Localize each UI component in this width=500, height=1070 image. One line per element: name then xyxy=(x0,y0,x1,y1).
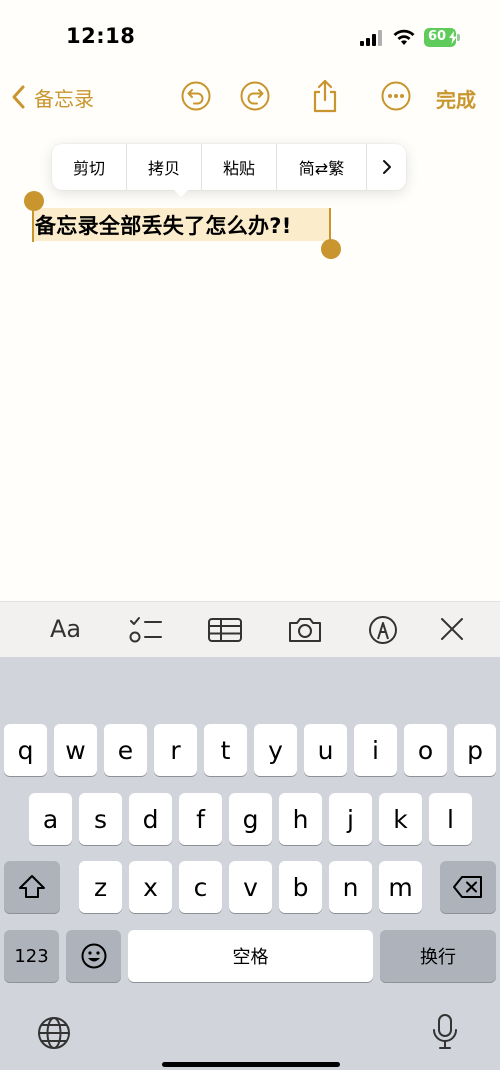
more-icon[interactable] xyxy=(380,80,412,112)
key-z[interactable]: z xyxy=(79,861,122,913)
shift-icon xyxy=(19,875,45,898)
selection-start-handle[interactable] xyxy=(24,191,44,211)
status-bar: 12:18 60 xyxy=(0,0,500,70)
key-c[interactable]: c xyxy=(179,861,222,913)
edit-context-menu: 剪切 拷贝 粘贴 简⇄繁 xyxy=(52,144,406,190)
cut-menu-item[interactable]: 剪切 xyxy=(52,144,127,190)
key-k[interactable]: k xyxy=(379,793,422,845)
key-p[interactable]: p xyxy=(454,724,496,776)
selection-end-handle[interactable] xyxy=(321,239,341,259)
formatting-toolbar: Aa xyxy=(0,601,500,657)
chevron-left-icon xyxy=(12,85,25,109)
convert-chinese-menu-item[interactable]: 简⇄繁 xyxy=(277,144,367,190)
status-time: 12:18 xyxy=(66,24,136,48)
key-h[interactable]: h xyxy=(279,793,322,845)
key-b[interactable]: b xyxy=(279,861,322,913)
key-i[interactable]: i xyxy=(354,724,397,776)
back-button[interactable]: 备忘录 xyxy=(10,82,94,112)
copy-menu-item[interactable]: 拷贝 xyxy=(127,144,202,190)
share-icon[interactable] xyxy=(309,78,341,114)
key-a[interactable]: a xyxy=(29,793,72,845)
keyboard: q w e r t y u i o p a s d f g h j k l z … xyxy=(0,657,500,1070)
redo-icon[interactable] xyxy=(239,80,271,112)
close-icon[interactable] xyxy=(434,615,470,645)
backspace-icon xyxy=(453,876,482,898)
text-format-button[interactable]: Aa xyxy=(50,615,81,643)
key-d[interactable]: d xyxy=(129,793,172,845)
shift-key[interactable] xyxy=(4,861,60,913)
note-body-text[interactable]: 备忘录全部丢失了怎么办?! xyxy=(35,210,292,240)
battery-level: 60 xyxy=(427,29,447,44)
key-q[interactable]: q xyxy=(4,724,47,776)
menu-next-button[interactable] xyxy=(367,144,406,190)
key-g[interactable]: g xyxy=(229,793,272,845)
numbers-key[interactable]: 123 xyxy=(4,930,59,982)
key-e[interactable]: e xyxy=(104,724,147,776)
key-o[interactable]: o xyxy=(404,724,447,776)
table-icon[interactable] xyxy=(207,615,243,645)
paste-menu-item[interactable]: 粘贴 xyxy=(202,144,277,190)
return-key[interactable]: 换行 xyxy=(380,930,496,982)
wifi-icon xyxy=(393,29,415,45)
camera-icon[interactable] xyxy=(287,615,323,645)
menu-pointer xyxy=(172,188,190,197)
space-key[interactable]: 空格 xyxy=(128,930,373,982)
key-f[interactable]: f xyxy=(179,793,222,845)
key-l[interactable]: l xyxy=(429,793,472,845)
key-n[interactable]: n xyxy=(329,861,372,913)
markup-pen-icon[interactable] xyxy=(365,615,401,645)
back-label: 备忘录 xyxy=(34,86,94,111)
key-t[interactable]: t xyxy=(204,724,247,776)
globe-icon[interactable] xyxy=(36,1015,72,1051)
microphone-icon[interactable] xyxy=(430,1013,460,1051)
nav-bar: 备忘录 完成 xyxy=(0,76,500,120)
undo-icon[interactable] xyxy=(180,80,212,112)
emoji-key[interactable] xyxy=(66,930,121,982)
key-r[interactable]: r xyxy=(154,724,197,776)
key-y[interactable]: y xyxy=(254,724,297,776)
key-v[interactable]: v xyxy=(229,861,272,913)
emoji-icon xyxy=(81,943,106,969)
done-button[interactable]: 完成 xyxy=(436,84,476,113)
charging-bolt-icon xyxy=(449,31,457,44)
key-w[interactable]: w xyxy=(54,724,97,776)
cellular-signal-icon xyxy=(360,30,382,46)
home-indicator xyxy=(162,1062,340,1067)
chevron-right-icon xyxy=(382,160,391,174)
battery-icon: 60 xyxy=(424,28,460,47)
key-j[interactable]: j xyxy=(329,793,372,845)
key-m[interactable]: m xyxy=(379,861,422,913)
key-s[interactable]: s xyxy=(79,793,122,845)
key-x[interactable]: x xyxy=(129,861,172,913)
delete-key[interactable] xyxy=(440,861,496,913)
key-u[interactable]: u xyxy=(304,724,347,776)
checklist-icon[interactable] xyxy=(128,615,164,645)
